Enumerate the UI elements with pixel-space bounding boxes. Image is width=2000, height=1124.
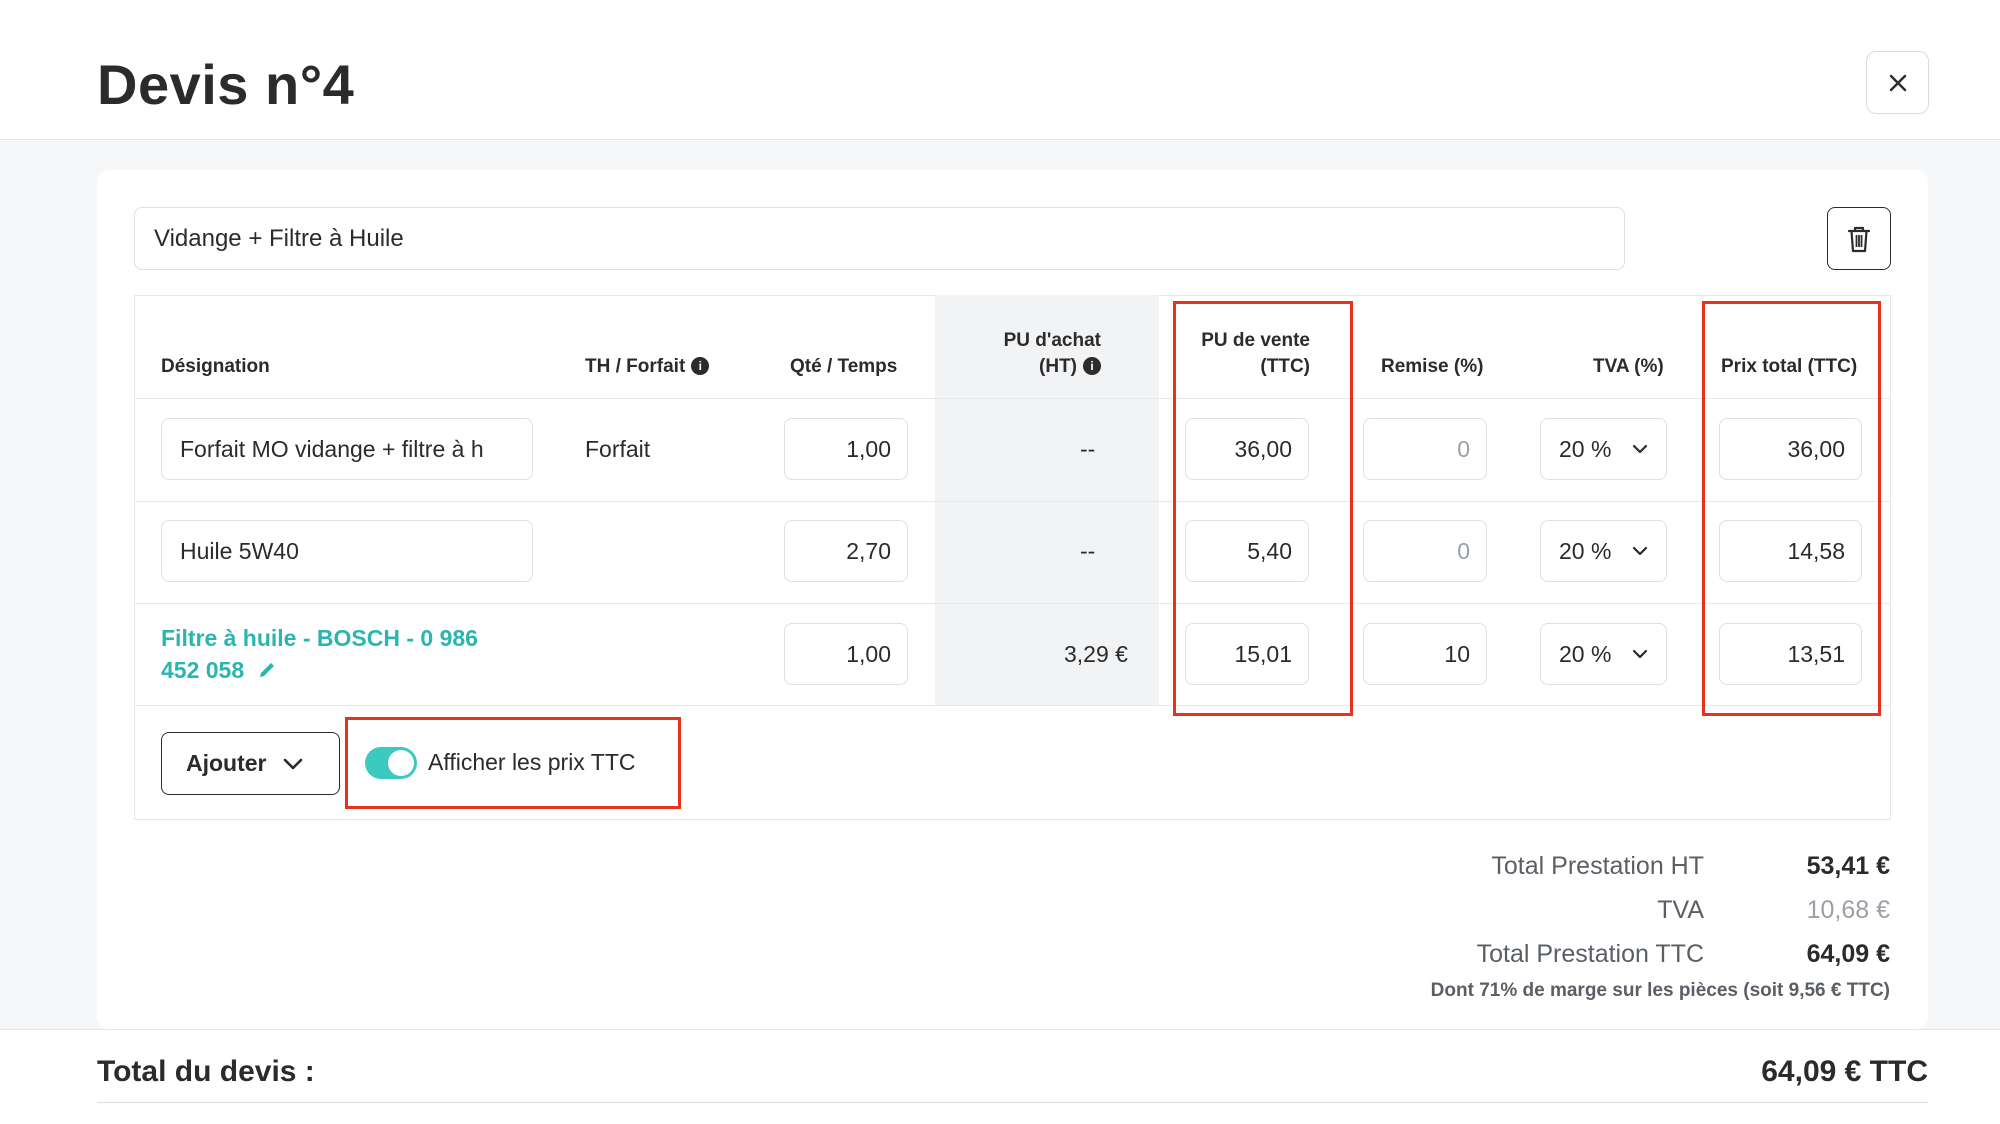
- service-name-input[interactable]: Vidange + Filtre à Huile: [134, 207, 1625, 270]
- pencil-icon[interactable]: [257, 660, 277, 680]
- header-pu-achat: PU d'achat (HT) i: [955, 328, 1101, 380]
- close-button[interactable]: [1866, 51, 1929, 114]
- footer-total-label: Total du devis :: [97, 1055, 315, 1088]
- add-button-label: Ajouter: [186, 750, 267, 776]
- show-ttc-toggle[interactable]: [365, 747, 417, 779]
- add-button[interactable]: Ajouter: [161, 732, 340, 795]
- info-icon[interactable]: i: [1083, 357, 1101, 375]
- header-pu-achat-line1: PU d'achat: [1003, 330, 1101, 351]
- chevron-down-icon: [1632, 444, 1648, 454]
- qty-value: 2,70: [846, 537, 891, 564]
- tva-value: 20 %: [1559, 537, 1612, 564]
- tva-select[interactable]: 20 %: [1540, 520, 1667, 582]
- remise-input[interactable]: 10: [1363, 623, 1487, 685]
- tva-select[interactable]: 20 %: [1540, 418, 1667, 480]
- header-remise: Remise (%): [1381, 356, 1484, 377]
- service-name-value: Vidange + Filtre à Huile: [154, 224, 404, 252]
- margin-note: Dont 71% de marge sur les pièces (soit 9…: [1430, 980, 1890, 1001]
- header-tva: TVA (%): [1593, 356, 1664, 377]
- highlight-pu-vente: [1173, 301, 1353, 716]
- part-link-line2-wrap: 452 058: [161, 654, 478, 686]
- tva-label: TVA: [1657, 896, 1704, 924]
- remise-value: 0: [1457, 537, 1470, 564]
- qty-value: 1,00: [846, 640, 891, 667]
- row-divider: [134, 398, 1891, 399]
- row-divider: [134, 603, 1891, 604]
- chevron-down-icon: [283, 758, 302, 769]
- tva-value: 20 %: [1559, 435, 1612, 462]
- header-th-forfait-label: TH / Forfait: [585, 356, 686, 377]
- info-icon[interactable]: i: [691, 357, 710, 375]
- remise-value: 0: [1457, 435, 1470, 462]
- qty-input[interactable]: 1,00: [784, 623, 908, 685]
- row-divider: [134, 705, 1891, 706]
- header-qty-time: Qté / Temps: [790, 356, 898, 377]
- total-ttc-label: Total Prestation TTC: [1476, 940, 1704, 968]
- designation-value: Huile 5W40: [180, 537, 299, 564]
- qty-value: 1,00: [846, 435, 891, 462]
- pu-achat-value: --: [1080, 436, 1096, 462]
- header-th-forfait: TH / Forfait i: [585, 354, 710, 380]
- pu-achat-value: --: [1080, 538, 1096, 564]
- footer-divider: [97, 1102, 1928, 1103]
- tva-value: 20 %: [1559, 640, 1612, 667]
- remise-value: 10: [1444, 640, 1470, 667]
- toggle-knob: [388, 750, 414, 776]
- qty-input[interactable]: 1,00: [784, 418, 908, 480]
- part-link-line1: Filtre à huile - BOSCH - 0 986: [161, 625, 478, 651]
- footer-total-value: 64,09 € TTC: [1761, 1055, 1928, 1088]
- part-link[interactable]: Filtre à huile - BOSCH - 0 986 452 058: [161, 622, 478, 686]
- designation-input[interactable]: Huile 5W40: [161, 520, 533, 582]
- total-ht-label: Total Prestation HT: [1491, 852, 1704, 880]
- pu-achat-value: 3,29 €: [1064, 641, 1128, 667]
- highlight-prix-total: [1702, 301, 1881, 716]
- delete-service-button[interactable]: [1827, 207, 1891, 270]
- chevron-down-icon: [1632, 649, 1648, 659]
- part-link-line2: 452 058: [161, 657, 245, 683]
- header-pu-achat-line2-text: (HT): [1039, 356, 1077, 377]
- qty-input[interactable]: 2,70: [784, 520, 908, 582]
- tva-value: 10,68 €: [1806, 896, 1890, 924]
- trash-icon: [1847, 226, 1871, 252]
- chevron-down-icon: [1632, 546, 1648, 556]
- total-ht-value: 53,41 €: [1806, 852, 1890, 880]
- close-icon: [1889, 74, 1906, 91]
- designation-input[interactable]: Forfait MO vidange + filtre à h: [161, 418, 533, 480]
- th-forfait-value: Forfait: [585, 436, 651, 462]
- header-pu-achat-line2: (HT) i: [955, 354, 1101, 380]
- header-designation: Désignation: [161, 356, 270, 377]
- remise-input[interactable]: 0: [1363, 520, 1487, 582]
- toggle-label: Afficher les prix TTC: [428, 749, 636, 775]
- remise-input[interactable]: 0: [1363, 418, 1487, 480]
- designation-value: Forfait MO vidange + filtre à h: [180, 435, 484, 462]
- row-divider: [134, 501, 1891, 502]
- page-title: Devis n°4: [97, 53, 355, 116]
- tva-select[interactable]: 20 %: [1540, 623, 1667, 685]
- total-ttc-value: 64,09 €: [1806, 940, 1890, 968]
